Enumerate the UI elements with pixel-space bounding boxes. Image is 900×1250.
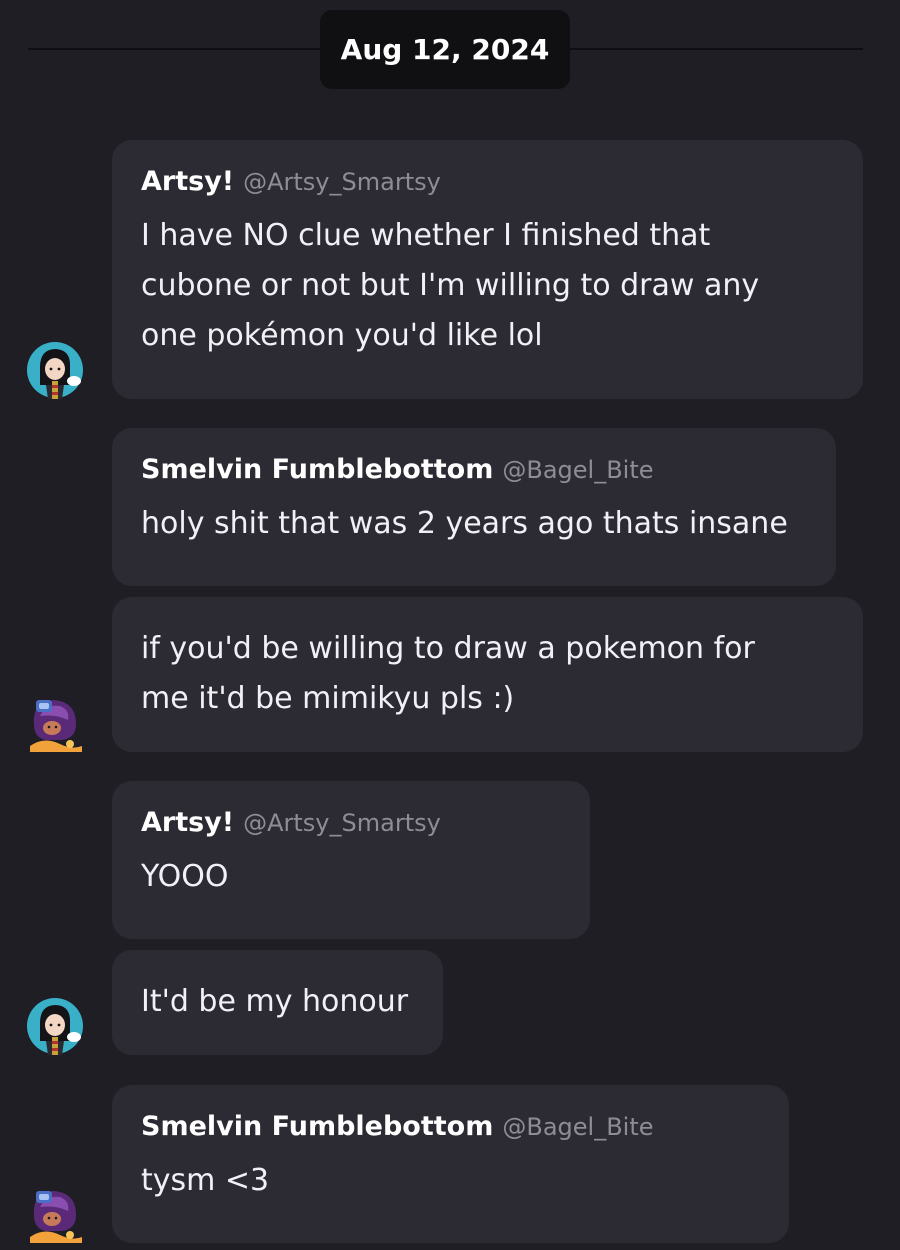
message-line: one pokémon you'd like lol: [141, 318, 543, 353]
author-handle[interactable]: @Artsy_Smartsy: [243, 809, 441, 837]
message-header: Artsy! @Artsy_Smartsy: [141, 807, 562, 838]
author-name[interactable]: Smelvin Fumblebottom: [141, 1111, 493, 1142]
message-bubble[interactable]: Artsy! @Artsy_Smartsy YOOO: [112, 781, 590, 939]
message-bubble[interactable]: Artsy! @Artsy_Smartsy I have NO clue whe…: [112, 140, 863, 399]
smelvin-avatar-icon[interactable]: [26, 694, 84, 752]
author-handle[interactable]: @Bagel_Bite: [502, 456, 653, 484]
author-name[interactable]: Artsy!: [141, 166, 234, 197]
author-name[interactable]: Smelvin Fumblebottom: [141, 454, 493, 485]
message-line: tysm <3: [141, 1163, 270, 1198]
message-bubble[interactable]: It'd be my honour: [112, 950, 443, 1055]
message-line: holy shit that was 2 years ago thats ins…: [141, 506, 788, 541]
message-text: tysm <3: [141, 1156, 761, 1206]
artsy-avatar-icon[interactable]: [26, 997, 84, 1055]
message-line: me it'd be mimikyu pls :): [141, 681, 515, 716]
author-handle[interactable]: @Bagel_Bite: [502, 1113, 653, 1141]
date-divider: Aug 12, 2024: [320, 10, 570, 89]
message-bubble[interactable]: Smelvin Fumblebottom @Bagel_Bite tysm <3: [112, 1085, 789, 1243]
message-line: I have NO clue whether I finished that: [141, 218, 711, 253]
message-line: if you'd be willing to draw a pokemon fo…: [141, 631, 755, 666]
message-text: YOOO: [141, 852, 562, 902]
message-line: cubone or not but I'm willing to draw an…: [141, 268, 760, 303]
author-handle[interactable]: @Artsy_Smartsy: [243, 168, 441, 196]
message-text: holy shit that was 2 years ago thats ins…: [141, 499, 808, 549]
message-line: It'd be my honour: [141, 984, 409, 1019]
author-name[interactable]: Artsy!: [141, 807, 234, 838]
message-header: Smelvin Fumblebottom @Bagel_Bite: [141, 454, 808, 485]
message-bubble[interactable]: Smelvin Fumblebottom @Bagel_Bite holy sh…: [112, 428, 836, 586]
message-header: Artsy! @Artsy_Smartsy: [141, 166, 835, 197]
smelvin-avatar-icon[interactable]: [26, 1185, 84, 1243]
chat-view: Aug 12, 2024 Artsy! @Artsy_Smartsy I hav…: [0, 0, 900, 1250]
message-line: YOOO: [141, 859, 229, 894]
artsy-avatar-icon[interactable]: [26, 341, 84, 399]
message-bubble[interactable]: if you'd be willing to draw a pokemon fo…: [112, 597, 863, 752]
message-text: It'd be my honour: [141, 977, 415, 1027]
message-text: I have NO clue whether I finished that c…: [141, 211, 835, 361]
message-text: if you'd be willing to draw a pokemon fo…: [141, 624, 835, 724]
message-header: Smelvin Fumblebottom @Bagel_Bite: [141, 1111, 761, 1142]
